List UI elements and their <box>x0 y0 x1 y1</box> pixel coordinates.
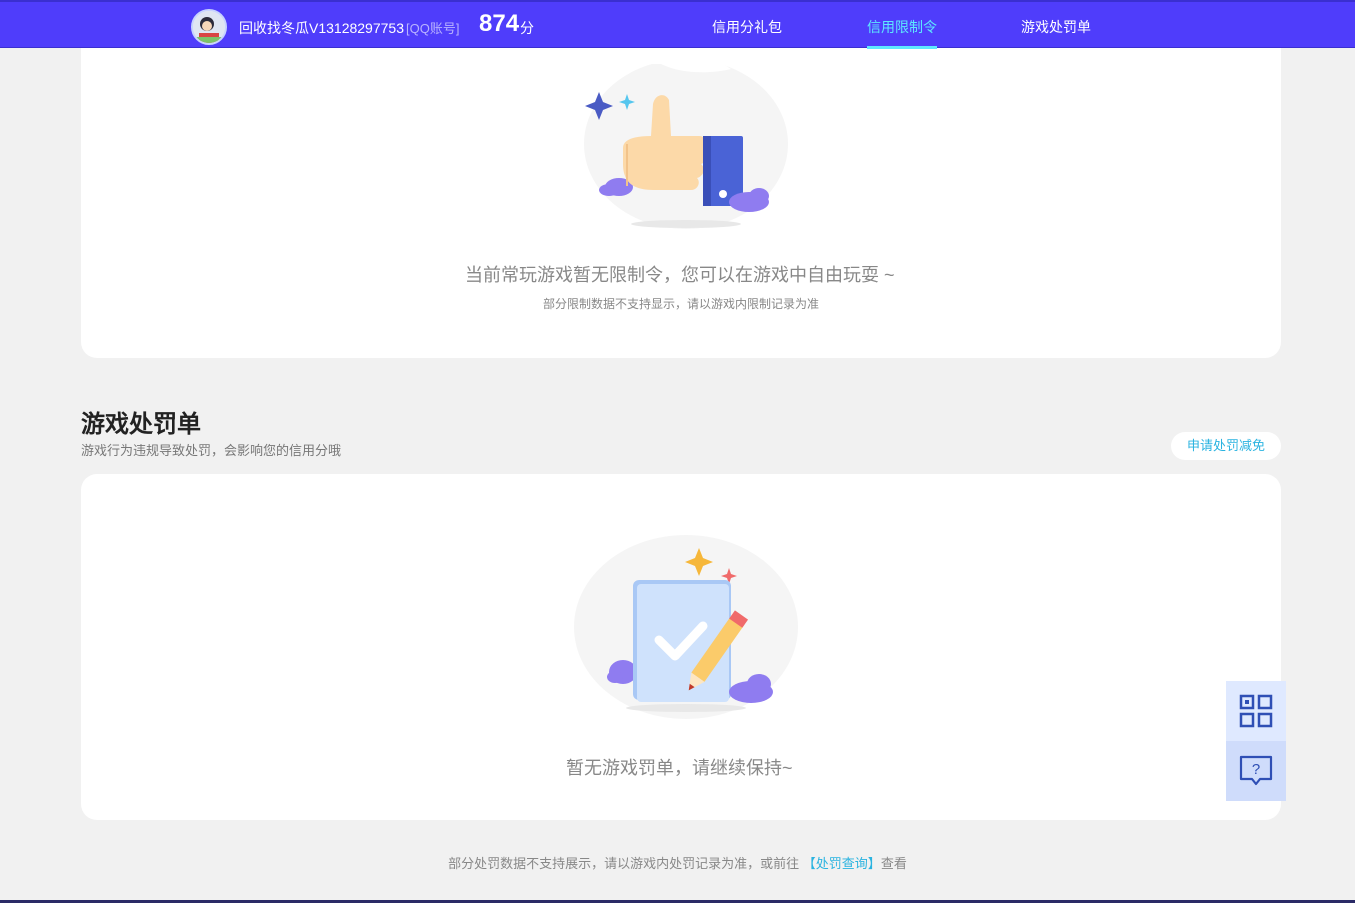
qr-code-icon <box>1239 694 1273 728</box>
penalty-section-title: 游戏处罚单 <box>81 411 201 438</box>
account-type-label: [QQ账号] <box>406 21 460 36</box>
penalty-empty-message: 暂无游戏罚单，请继续保持~ <box>566 758 793 778</box>
avatar-image-icon <box>193 11 225 43</box>
credit-score-unit: 分 <box>520 20 534 36</box>
nav-credit-gift[interactable]: 信用分礼包 <box>712 17 782 37</box>
active-tab-indicator <box>867 46 937 49</box>
svg-text:?: ? <box>1252 761 1260 778</box>
penalty-card: 暂无游戏罚单，请继续保持~ <box>81 474 1281 820</box>
footer-note-text: 部分处罚数据不支持展示，请以游戏内处罚记录为准，或前往 <box>448 856 803 871</box>
help-button[interactable]: ? <box>1226 741 1286 801</box>
username: 回收找冬瓜V13128297753 <box>239 20 404 36</box>
restriction-card: 当前常玩游戏暂无限制令，您可以在游戏中自由玩耍 ~ 部分限制数据不支持显示，请以… <box>81 0 1281 358</box>
nav-game-penalty[interactable]: 游戏处罚单 <box>1021 17 1091 37</box>
credit-score: 874 <box>479 10 520 37</box>
top-navigation-bar: 回收找冬瓜V13128297753 [QQ账号] 874 分 信用分礼包 信用限… <box>0 0 1355 49</box>
restriction-data-note: 部分限制数据不支持显示，请以游戏内限制记录为准 <box>543 297 820 311</box>
floating-side-tools: ? <box>1226 681 1286 801</box>
help-chat-icon: ? <box>1239 755 1273 786</box>
qr-code-button[interactable] <box>1226 681 1286 741</box>
restriction-empty-message: 当前常玩游戏暂无限制令，您可以在游戏中自由玩耍 ~ <box>465 265 895 285</box>
footer-note-suffix: 查看 <box>880 856 907 871</box>
apply-penalty-reduction-button[interactable]: 申请处罚减免 <box>1171 432 1281 460</box>
penalty-query-link[interactable]: 【处罚查询】 <box>803 856 881 871</box>
avatar[interactable] <box>191 9 227 45</box>
penalty-section-subtitle: 游戏行为违规导致处罚，会影响您的信用分哦 <box>81 443 342 458</box>
document-check-illustration-icon <box>574 535 798 719</box>
penalty-footer-note: 部分处罚数据不支持展示，请以游戏内处罚记录为准，或前往 【处罚查询】查看 <box>0 853 1355 872</box>
nav-credit-restriction[interactable]: 信用限制令 <box>867 17 937 37</box>
thumbs-up-illustration-icon <box>584 51 788 229</box>
